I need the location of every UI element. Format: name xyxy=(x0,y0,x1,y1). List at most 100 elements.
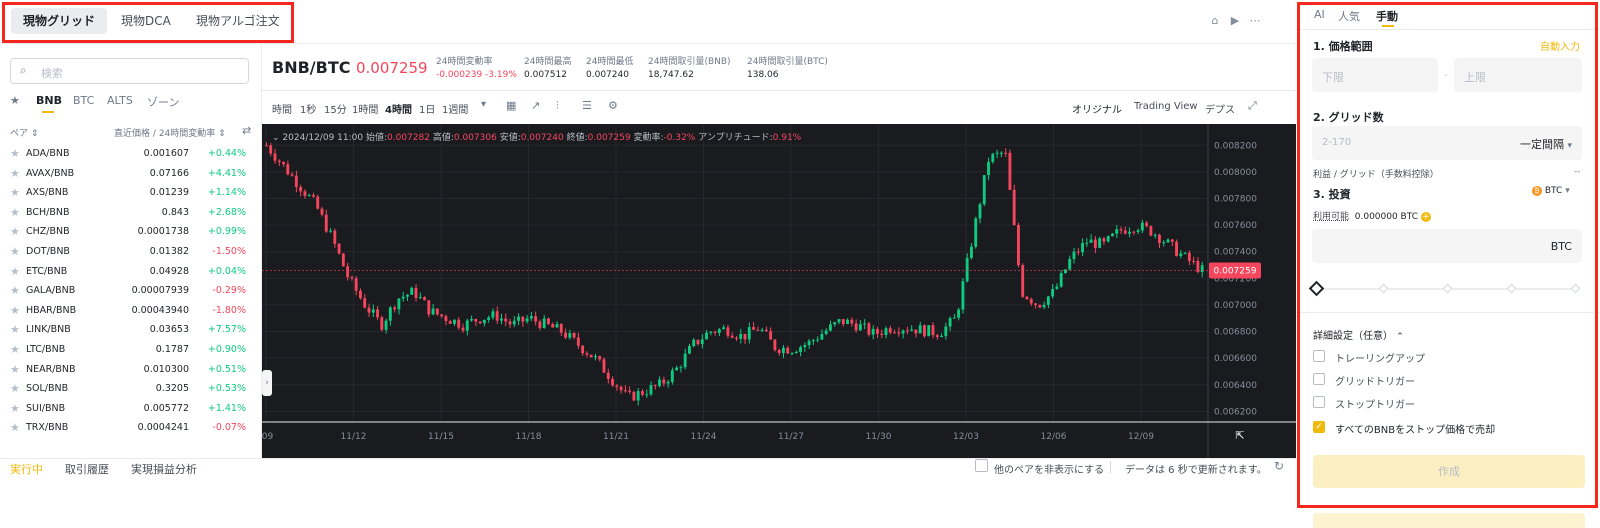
pair-row[interactable]: ★ HBAR/BNB 0.00043940 -1.80% xyxy=(0,300,256,320)
interval-dropdown-icon[interactable]: ▾ xyxy=(481,99,486,110)
star-icon[interactable]: ★ xyxy=(10,323,20,336)
candle-body xyxy=(602,359,606,373)
pair-row[interactable]: ★ AVAX/BNB 0.07166 +4.41% xyxy=(0,163,256,183)
hide-other-pairs-checkbox[interactable] xyxy=(975,459,988,472)
star-icon[interactable]: ★ xyxy=(10,402,20,415)
interval-1s[interactable]: 1秒 xyxy=(300,101,316,116)
star-icon[interactable]: ★ xyxy=(10,421,20,434)
view-tradingview[interactable]: Trading View xyxy=(1134,101,1198,112)
star-icon[interactable]: ★ xyxy=(10,225,20,238)
star-icon[interactable]: ★ xyxy=(10,363,20,376)
interval-1h[interactable]: 1時間 xyxy=(352,101,378,116)
candle-type-icon[interactable]: ⫶ xyxy=(556,99,559,113)
candlestick-chart[interactable]: 0.008200 0.008000 0.007800 0.007600 0.007400… xyxy=(262,124,1296,458)
candle-body xyxy=(329,230,332,232)
reset-axis-icon[interactable]: ⇱ xyxy=(1235,429,1244,442)
slider-step-50[interactable] xyxy=(1442,283,1453,294)
settings-gear-icon[interactable]: ⚙ xyxy=(608,99,618,112)
pair-row[interactable]: ★ NEAR/BNB 0.010300 +0.51% xyxy=(0,359,256,379)
star-icon[interactable]: ★ xyxy=(10,382,20,395)
collapse-icon[interactable]: ⌄ xyxy=(272,133,280,143)
candle-body xyxy=(401,296,405,299)
interval-15m[interactable]: 15分 xyxy=(324,101,347,116)
pair-row[interactable]: ★ CHZ/BNB 0.0001738 +0.99% xyxy=(0,221,256,241)
config-tab-popular[interactable]: 人気 xyxy=(1338,8,1360,24)
tab-trade-history[interactable]: 取引履歴 xyxy=(65,461,109,477)
quote-tab-alts[interactable]: ALTS xyxy=(107,94,133,107)
more-icon[interactable]: ⋯ xyxy=(1248,14,1262,28)
stop-trigger-checkbox[interactable] xyxy=(1313,396,1325,408)
pair-price: 0.07166 xyxy=(149,167,189,179)
grid-mode-select[interactable]: 一定間隔 ▾ xyxy=(1520,136,1572,152)
layout-icon[interactable]: ☰ xyxy=(582,99,592,112)
home-icon[interactable]: ⌂ xyxy=(1208,14,1222,28)
investment-amount-input[interactable]: BTC xyxy=(1312,229,1582,263)
swap-icon[interactable]: ⇄ xyxy=(242,124,251,137)
star-icon[interactable]: ★ xyxy=(10,284,20,297)
pair-row[interactable]: ★ SUI/BNB 0.005772 +1.41% xyxy=(0,398,256,418)
slider-step-100[interactable] xyxy=(1570,283,1581,294)
slider-handle[interactable] xyxy=(1308,280,1325,297)
trailing-up-checkbox[interactable] xyxy=(1313,350,1325,362)
auto-fill-link[interactable]: 自動入力 xyxy=(1540,38,1580,53)
add-funds-icon[interactable]: + xyxy=(1420,212,1431,222)
create-button[interactable]: 作成 xyxy=(1313,455,1585,488)
search-input[interactable]: ⌕ 検索 xyxy=(10,58,249,84)
tab-running[interactable]: 実行中 xyxy=(10,461,43,477)
star-icon[interactable]: ★ xyxy=(10,245,20,258)
config-tab-ai[interactable]: AI xyxy=(1314,8,1325,21)
pair-row[interactable]: ★ LTC/BNB 0.1787 +0.90% xyxy=(0,339,256,359)
pair-row[interactable]: ★ TRX/BNB 0.0004241 -0.07% xyxy=(0,417,256,437)
pair-row[interactable]: ★ ETC/BNB 0.04928 +0.04% xyxy=(0,261,256,281)
collapse-sidebar-handle[interactable]: › xyxy=(262,370,272,396)
view-depth[interactable]: デプス xyxy=(1205,101,1235,116)
star-icon[interactable]: ★ xyxy=(10,343,20,356)
star-icon[interactable]: ★ xyxy=(10,186,20,199)
indicator-icon[interactable]: ↗ xyxy=(531,99,540,112)
pair-row[interactable]: ★ LINK/BNB 0.03653 +7.57% xyxy=(0,319,256,339)
star-icon[interactable]: ★ xyxy=(10,206,20,219)
favorites-star-icon[interactable]: ★ xyxy=(10,94,20,107)
grid-count-input[interactable]: 2-170 一定間隔 ▾ xyxy=(1312,126,1582,160)
lower-price-input[interactable]: 下限 xyxy=(1312,58,1438,92)
quote-tab-bnb[interactable]: BNB xyxy=(36,94,62,107)
pair-row[interactable]: ★ GALA/BNB 0.00007939 -0.29% xyxy=(0,280,256,300)
interval-1w[interactable]: 1週間 xyxy=(442,101,468,116)
pair-row[interactable]: ★ BCH/BNB 0.843 +2.68% xyxy=(0,202,256,222)
pair-row[interactable]: ★ SOL/BNB 0.3205 +0.53% xyxy=(0,378,256,398)
pair-row[interactable]: ★ AXS/BNB 0.01239 +1.14% xyxy=(0,182,256,202)
interval-label[interactable]: 時間 xyxy=(272,101,292,116)
star-icon[interactable]: ★ xyxy=(10,304,20,317)
tab-pnl-analysis[interactable]: 実現損益分析 xyxy=(131,461,197,477)
pair-row[interactable]: ★ DOT/BNB 0.01382 -1.50% xyxy=(0,241,256,261)
quote-tab-btc[interactable]: BTC xyxy=(73,94,94,107)
ohlc-open: 0.007282 xyxy=(387,133,430,143)
grid-trigger-checkbox[interactable] xyxy=(1313,373,1325,385)
upper-price-input[interactable]: 上限 xyxy=(1454,58,1582,92)
candle-body xyxy=(658,379,661,386)
star-icon[interactable]: ★ xyxy=(10,265,20,278)
candle-body xyxy=(632,391,636,401)
pair-row[interactable]: ★ ADA/BNB 0.001607 +0.44% xyxy=(0,143,256,163)
view-original[interactable]: オリジナル xyxy=(1072,101,1122,116)
candle-body xyxy=(1115,229,1119,234)
fullscreen-icon[interactable]: ⤢ xyxy=(1248,99,1257,113)
investment-currency-select[interactable]: ₿ BTC ▾ xyxy=(1532,186,1570,196)
interval-1d[interactable]: 1日 xyxy=(419,101,435,116)
interval-4h[interactable]: 4時間 xyxy=(385,101,412,116)
header-price-change[interactable]: 直近価格 / 24時間変動率 ⇕ xyxy=(114,126,226,139)
slider-step-75[interactable] xyxy=(1506,283,1517,294)
pair-price: 0.0001738 xyxy=(137,226,189,238)
calendar-icon[interactable]: ▦ xyxy=(506,99,516,112)
header-pair[interactable]: ペア ⇕ xyxy=(10,126,38,139)
play-icon[interactable]: ▶ xyxy=(1228,14,1242,28)
candle-body xyxy=(1093,239,1097,248)
refresh-icon[interactable]: ↻ xyxy=(1274,459,1284,473)
star-icon[interactable]: ★ xyxy=(10,147,20,160)
sell-all-bnb-checkbox[interactable]: ✓ xyxy=(1313,421,1325,433)
advanced-settings-toggle[interactable]: 詳細設定（任意） ⌃ xyxy=(1313,327,1404,342)
config-tab-manual[interactable]: 手動 xyxy=(1376,8,1398,24)
star-icon[interactable]: ★ xyxy=(10,167,20,180)
slider-step-25[interactable] xyxy=(1378,283,1389,294)
quote-tab-zone[interactable]: ゾーン xyxy=(147,94,179,110)
